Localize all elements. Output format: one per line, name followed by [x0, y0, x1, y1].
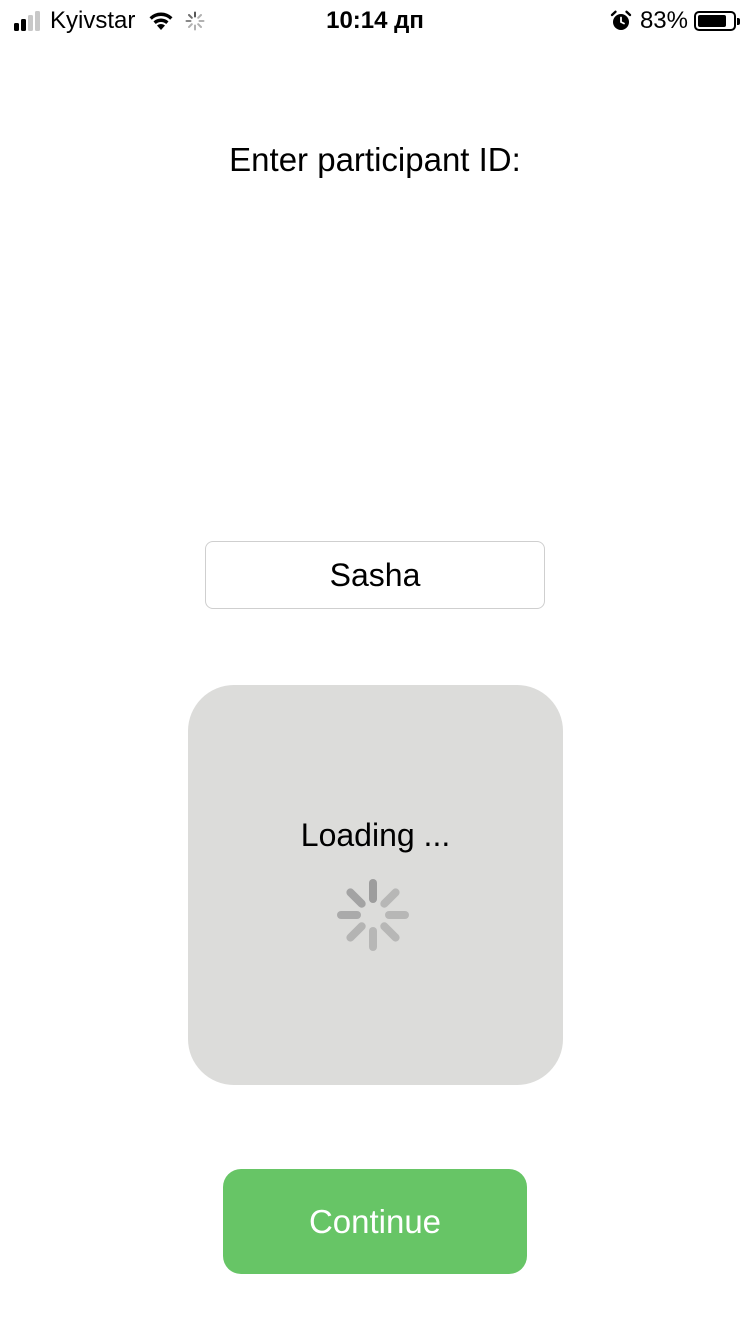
- battery-icon: [694, 11, 740, 31]
- status-bar-right: 83%: [610, 6, 740, 36]
- participant-id-input[interactable]: [205, 541, 545, 609]
- loading-text: Loading ...: [300, 817, 451, 853]
- continue-button[interactable]: Continue: [223, 1169, 527, 1274]
- participant-id-prompt: Enter participant ID:: [229, 141, 521, 178]
- battery-percent: 83%: [639, 7, 688, 34]
- loading-spinner-icon: [337, 879, 409, 951]
- alarm-icon: [610, 10, 632, 30]
- loading-overlay: Loading ...: [188, 685, 563, 1085]
- status-bar: Kyivstar 10:14 дп 83%: [0, 0, 750, 40]
- screen: Kyivstar 10:14 дп 83% Enter participant …: [0, 0, 750, 1334]
